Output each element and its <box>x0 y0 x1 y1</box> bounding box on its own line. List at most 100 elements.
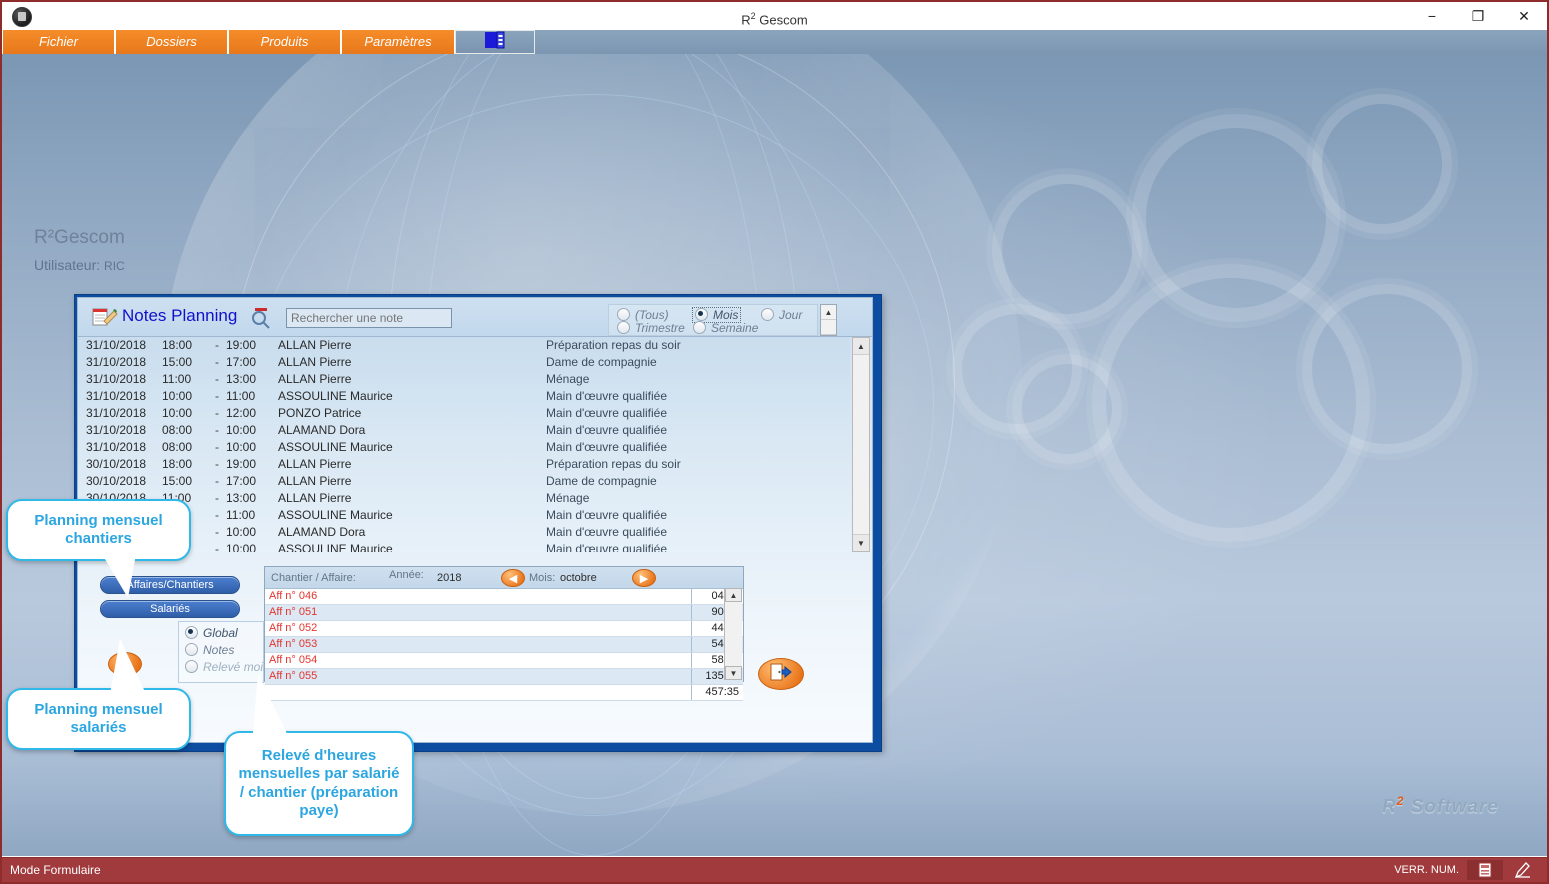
grid-row[interactable]: Aff n° 05190:00 <box>265 605 743 621</box>
notes-list-row[interactable]: 30/10/2018 18:00 -19:00 ALLAN Pierre Prépara… <box>78 456 850 473</box>
grid-row[interactable]: Aff n° 05354:00 <box>265 637 743 653</box>
mode-radio-global[interactable]: Global <box>185 626 263 640</box>
grid-row[interactable]: Aff n° 04604:00 <box>265 589 743 605</box>
mode-radio-notes[interactable]: Notes <box>185 643 263 657</box>
salaries-button[interactable]: Salariés <box>100 600 240 618</box>
row-separator: - <box>215 508 219 522</box>
grid-scrollbar[interactable]: ▲ ▼ <box>724 588 742 680</box>
notes-list[interactable]: 31/10/2018 18:00-19:00 ALLAN Pierre Prépara… <box>78 337 850 552</box>
grid-row-affaire: Aff n° 052 <box>269 622 318 634</box>
row-separator: - <box>215 423 219 437</box>
design-view-icon[interactable] <box>1505 860 1541 880</box>
row-date: 31/10/2018 <box>86 372 147 386</box>
row-separator: - <box>215 372 219 386</box>
form-view-icon[interactable] <box>1467 860 1503 880</box>
notes-list-row[interactable]: -11:00 ASSOULINE Maurice Main d'œuvre qual… <box>78 507 850 524</box>
row-end-time: 10:00 <box>226 525 257 539</box>
scroll-up-icon[interactable]: ▲ <box>725 588 742 602</box>
scroll-up-icon[interactable]: ▲ <box>821 305 836 320</box>
radio-dot-icon <box>695 308 708 321</box>
row-start-time: 08:00 <box>162 440 193 454</box>
filter-radio-trimestre[interactable]: Trimestre <box>617 321 685 335</box>
notes-list-row[interactable]: 31/10/2018 15:00 -17:00 ALLAN Pierre Dame de… <box>78 354 850 371</box>
menu-item-produits[interactable]: Produits <box>228 30 341 54</box>
desktop-watermark-user: Utilisateur: RIC <box>34 257 125 273</box>
notes-list-row[interactable]: 31/10/2018 10:00 -11:00 ASSOULINE Maurice Ma… <box>78 388 850 405</box>
notes-planning-icon <box>92 307 118 327</box>
row-date: 31/10/2018 <box>86 338 147 352</box>
grid-row[interactable]: Aff n° 05458:35 <box>265 653 743 669</box>
scroll-down-area[interactable] <box>821 320 836 335</box>
menu-item-fichier[interactable]: Fichier <box>2 30 115 54</box>
gear-decoration-4 <box>992 174 1142 324</box>
user-value: RIC <box>104 259 125 273</box>
scroll-up-icon[interactable]: ▲ <box>853 338 869 355</box>
notes-list-row[interactable]: 30/10/2018 11:00-13:00 ALLAN Pierre Ménage <box>78 490 850 507</box>
row-employee-name: ALAMAND Dora <box>278 525 366 539</box>
row-separator: - <box>215 491 219 505</box>
row-date: 30/10/2018 <box>86 474 147 488</box>
row-employee-name: PONZO Patrice <box>278 406 362 420</box>
row-end-time: 19:00 <box>226 338 257 352</box>
notes-list-row[interactable]: -10:00 ALAMAND Dora Main d'œuvre qualifiée <box>78 524 850 541</box>
row-employee-name: ALLAN Pierre <box>278 474 352 488</box>
scroll-down-icon[interactable]: ▼ <box>853 534 869 551</box>
search-icon <box>248 305 274 329</box>
window-title: R2 Gescom <box>741 11 808 28</box>
grid-row[interactable]: Aff n° 05244:00 <box>265 621 743 637</box>
radio-dot-icon <box>617 308 630 321</box>
month-prev-button[interactable]: ◀ <box>501 569 525 587</box>
row-separator: - <box>215 389 219 403</box>
grid-month-value: octobre <box>560 572 597 584</box>
menu-item-parametres[interactable]: Paramètres <box>341 30 455 54</box>
callout-releve-tail <box>252 674 292 744</box>
filter-radio-semaine[interactable]: Semaine <box>693 321 758 335</box>
close-button[interactable]: ✕ <box>1501 2 1547 30</box>
radio-dot-icon <box>185 660 198 673</box>
notes-list-scrollbar[interactable]: ▲ ▼ <box>852 337 870 552</box>
filter-radio-tous[interactable]: (Tous) <box>617 308 669 322</box>
gear-decoration-6 <box>1302 284 1472 454</box>
grid-row-affaire: Aff n° 051 <box>269 606 318 618</box>
maximize-button[interactable]: ❐ <box>1455 2 1501 30</box>
row-employee-name: ALLAN Pierre <box>278 338 352 352</box>
row-date: 31/10/2018 <box>86 406 147 420</box>
row-end-time: 17:00 <box>226 355 257 369</box>
menu-item-module-icon-button[interactable] <box>455 30 535 54</box>
status-mode-label: Mode Formulaire <box>10 863 101 877</box>
desktop-watermark-app: R²Gescom <box>34 227 125 248</box>
callout-salaries-tail <box>110 639 146 694</box>
row-separator: - <box>215 355 219 369</box>
callout-releve-heures: Relevé d'heures mensuelles par salarié /… <box>224 731 414 836</box>
grid-month-label: Mois: <box>529 572 556 584</box>
notes-list-row[interactable]: 30/10/2018 15:00 -17:00 ALLAN Pierre Dame de… <box>78 473 850 490</box>
filter-radio-mois[interactable]: Mois <box>691 307 742 323</box>
search-input[interactable] <box>286 308 452 328</box>
exit-button[interactable] <box>758 658 804 690</box>
notes-list-row[interactable]: 31/10/2018 08:00 -10:00 ALAMAND Dora Main d'… <box>78 422 850 439</box>
row-employee-name: ASSOULINE Maurice <box>278 389 393 403</box>
minimize-button[interactable]: − <box>1409 2 1455 30</box>
grid-row[interactable]: Aff n° 055 135:00 <box>265 669 743 685</box>
row-end-time: 13:00 <box>226 491 257 505</box>
row-employee-name: ASSOULINE Maurice <box>278 440 393 454</box>
filter-radio-jour[interactable]: Jour <box>761 308 802 322</box>
row-separator: - <box>215 457 219 471</box>
notes-planning-window: Notes Planning (Tous) <box>74 294 882 752</box>
user-label: Utilisateur: <box>34 257 101 273</box>
notes-list-row[interactable]: 31/10/2018 08:00 -10:00 ASSOULINE Maurice Ma… <box>78 439 850 456</box>
notes-list-row[interactable]: -10:00 ASSOULINE Maurice Main d'œuvre qual… <box>78 541 850 552</box>
month-next-button[interactable]: ▶ <box>632 569 656 587</box>
filter-scroll-buttons[interactable]: ▲ <box>820 304 837 336</box>
notes-list-row[interactable]: 31/10/2018 18:00 -19:00 ALLAN Pierre Prépara… <box>78 337 850 354</box>
radio-dot-icon <box>617 321 630 334</box>
application-window: R2 Gescom − ❐ ✕ Fichier Dossiers Produit… <box>0 0 1549 884</box>
row-task: Main d'œuvre qualifiée <box>546 440 668 454</box>
scroll-down-icon[interactable]: ▼ <box>725 666 742 680</box>
menu-item-dossiers[interactable]: Dossiers <box>115 30 228 54</box>
notes-list-row[interactable]: 31/10/2018 11:00 -13:00 ALLAN Pierre Ménage <box>78 371 850 388</box>
row-task: Dame de compagnie <box>546 355 657 369</box>
notes-list-row[interactable]: 31/10/2018 10:00 -12:00 PONZO Patrice Main d… <box>78 405 850 422</box>
calendar-module-icon <box>485 31 505 54</box>
grid-body[interactable]: Aff n° 04604:00Aff n° 05190:00Aff n° 052… <box>265 589 743 701</box>
